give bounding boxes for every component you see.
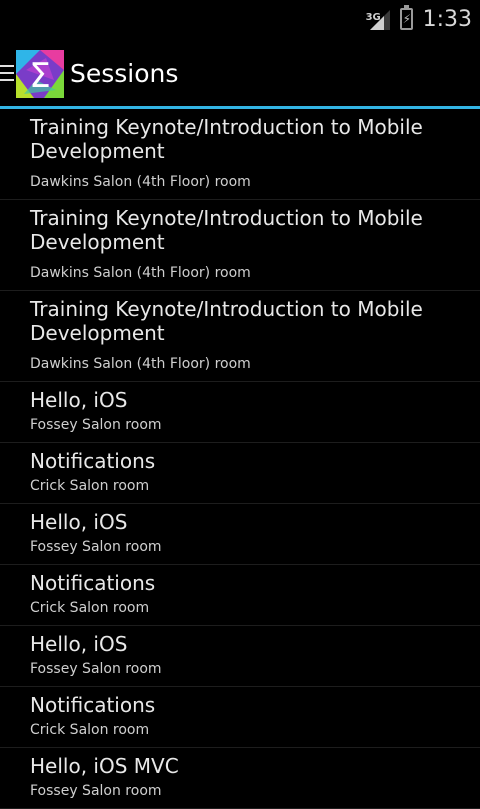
session-room: Dawkins Salon (4th Floor) room — [30, 174, 251, 190]
page-title: Sessions — [70, 59, 179, 88]
status-bar: 3G ⚡ 1:33 — [0, 0, 480, 38]
session-room: Dawkins Salon (4th Floor) room — [30, 265, 251, 281]
status-icons: 3G ⚡ 1:33 — [366, 0, 472, 38]
svg-text:Σ: Σ — [29, 56, 50, 96]
list-item[interactable]: Hello, iOS Fossey Salon room — [0, 626, 480, 687]
session-room: Crick Salon room — [30, 478, 150, 494]
session-title: Training Keynote/Introduction to Mobile … — [30, 297, 423, 345]
signal-icon: 3G — [366, 6, 392, 32]
list-item[interactable]: Notifications Crick Salon room — [0, 565, 480, 626]
list-item[interactable]: Notifications Crick Salon room — [0, 443, 480, 504]
network-type-label: 3G — [365, 12, 381, 23]
session-room: Fossey Salon room — [30, 783, 162, 799]
session-title: Hello, iOS — [30, 632, 128, 656]
sessions-list: Training Keynote/Introduction to Mobile … — [0, 109, 480, 809]
session-title: Training Keynote/Introduction to Mobile … — [30, 206, 423, 254]
session-title: Hello, iOS MVC — [30, 754, 179, 778]
session-room: Dawkins Salon (4th Floor) room — [30, 356, 251, 372]
status-clock: 1:33 — [422, 6, 472, 32]
list-item[interactable]: Training Keynote/Introduction to Mobile … — [0, 200, 480, 291]
battery-charging-icon: ⚡ — [399, 5, 413, 30]
session-room: Fossey Salon room — [30, 417, 162, 433]
session-room: Crick Salon room — [30, 722, 150, 738]
list-item[interactable]: Hello, iOS Fossey Salon room — [0, 382, 480, 443]
list-item[interactable]: Training Keynote/Introduction to Mobile … — [0, 109, 480, 200]
session-room: Fossey Salon room — [30, 539, 162, 555]
session-title: Training Keynote/Introduction to Mobile … — [30, 115, 423, 163]
list-item[interactable]: Notifications Crick Salon room — [0, 687, 480, 748]
session-title: Notifications — [30, 449, 156, 473]
action-bar: Σ Sessions — [0, 38, 480, 108]
session-title: Notifications — [30, 571, 156, 595]
charging-bolt-icon: ⚡ — [402, 12, 412, 26]
list-item[interactable]: Training Keynote/Introduction to Mobile … — [0, 291, 480, 382]
session-title: Hello, iOS — [30, 388, 128, 412]
drawer-indicator-icon[interactable] — [0, 65, 14, 82]
session-room: Fossey Salon room — [30, 661, 162, 677]
session-title: Hello, iOS — [30, 510, 128, 534]
list-item[interactable]: Hello, iOS Fossey Salon room — [0, 504, 480, 565]
session-room: Crick Salon room — [30, 600, 150, 616]
session-title: Notifications — [30, 693, 156, 717]
app-logo-icon[interactable]: Σ — [16, 50, 64, 98]
